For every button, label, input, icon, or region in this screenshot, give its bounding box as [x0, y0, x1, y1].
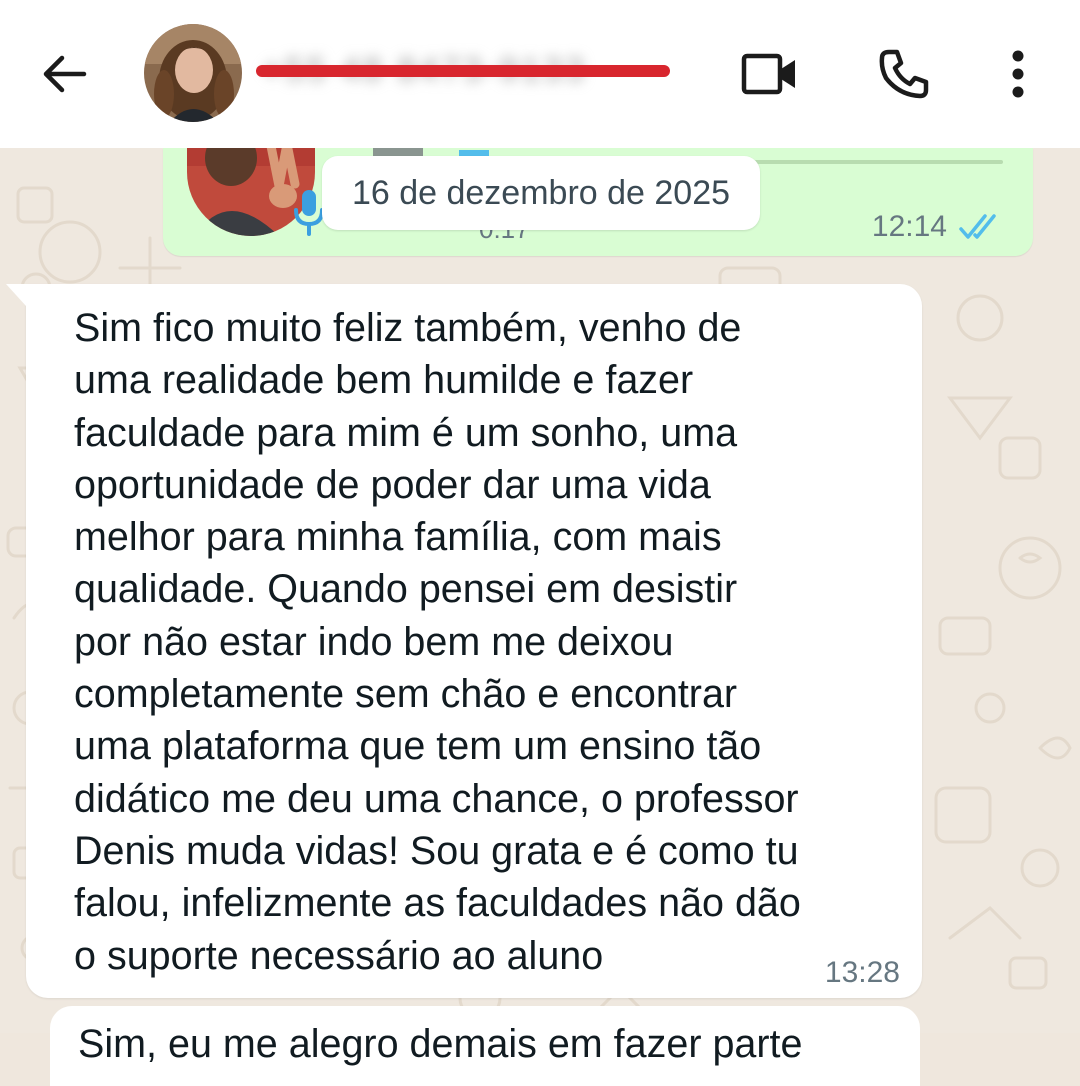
- date-separator: 16 de dezembro de 2025: [322, 156, 760, 230]
- message-text: Sim, eu me alegro demais em fazer parte: [78, 1022, 803, 1066]
- chat-header: +55 48 8473-9133: [0, 0, 1080, 148]
- message-timestamp: 12:14: [871, 210, 947, 243]
- more-vertical-icon: [1012, 50, 1024, 98]
- incoming-text-message-partial[interactable]: Sim, eu me alegro demais em fazer parte: [50, 1006, 920, 1086]
- incoming-text-message[interactable]: Sim fico muito feliz também, venho de um…: [6, 284, 922, 998]
- more-options-button[interactable]: [986, 42, 1050, 106]
- video-camera-icon: [741, 53, 795, 95]
- message-timestamp: 13:28: [824, 956, 900, 989]
- video-call-button[interactable]: [738, 42, 802, 106]
- voice-call-button[interactable]: [872, 42, 936, 106]
- contact-avatar[interactable]: [144, 24, 242, 122]
- message-text: Sim fico muito feliz também, venho de um…: [74, 306, 801, 978]
- arrow-left-icon: [43, 55, 87, 93]
- redaction-bar: [256, 65, 670, 77]
- contact-photo: [144, 24, 242, 122]
- double-check-read-icon: [959, 214, 996, 239]
- phone-icon: [879, 49, 929, 99]
- back-button[interactable]: [32, 42, 96, 106]
